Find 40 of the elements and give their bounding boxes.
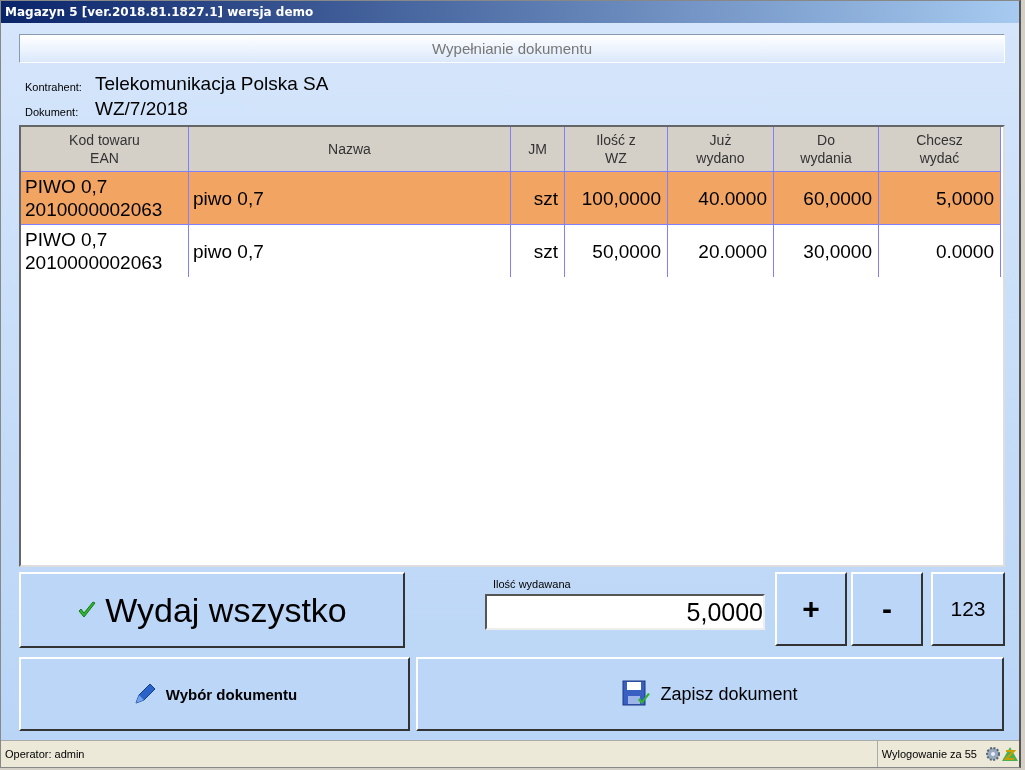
table-cell[interactable]: piwo 0,7 bbox=[189, 224, 511, 277]
field-label: Dokument: bbox=[25, 104, 80, 118]
column-header[interactable]: Już wydano bbox=[668, 127, 774, 171]
table-cell[interactable]: 0.0000 bbox=[879, 224, 1001, 277]
table-cell[interactable]: PIWO 0,7 2010000002063 bbox=[21, 171, 189, 224]
table-cell[interactable]: 100,0000 bbox=[565, 171, 668, 224]
window-title: Magazyn 5 [ver.2018.81.1827.1] wersja demo bbox=[1, 1, 1019, 23]
table-cell[interactable]: 50,0000 bbox=[565, 224, 668, 277]
floppy-disk-icon bbox=[622, 680, 653, 708]
quantity-field[interactable]: 5,0000 bbox=[485, 594, 765, 630]
table-cell[interactable]: szt bbox=[511, 171, 565, 224]
table-cell[interactable]: PIWO 0,7 2010000002063 bbox=[21, 224, 189, 277]
field-value: Telekomunikacja Polska SA bbox=[95, 72, 329, 95]
column-header[interactable]: Ilość z WZ bbox=[565, 127, 668, 171]
choose-document-button[interactable]: Wybór dokumentu bbox=[19, 657, 410, 731]
table-cell[interactable]: 5,0000 bbox=[879, 171, 1001, 224]
column-header[interactable]: Kod towaru EAN bbox=[21, 127, 189, 171]
table-cell[interactable]: 30,0000 bbox=[774, 224, 879, 277]
column-header[interactable]: JM bbox=[511, 127, 565, 171]
section-title: Wypełnianie dokumentu bbox=[19, 34, 1005, 63]
column-header[interactable]: Nazwa bbox=[189, 127, 511, 171]
table-cell[interactable]: piwo 0,7 bbox=[189, 171, 511, 224]
table-cell[interactable]: szt bbox=[511, 224, 565, 277]
keypad-button[interactable]: 123 bbox=[931, 572, 1005, 646]
logout-timer: Wylogowanie za 55 bbox=[876, 741, 985, 767]
issue-all-button[interactable]: Wydaj wszystko bbox=[19, 572, 405, 648]
field-label: Kontrahent: bbox=[25, 79, 83, 93]
table-cell[interactable]: 40.0000 bbox=[668, 171, 774, 224]
gear-icon[interactable] bbox=[985, 746, 1001, 762]
column-header[interactable]: Do wydania bbox=[774, 127, 879, 171]
save-document-button[interactable]: Zapisz dokument bbox=[416, 657, 1004, 731]
keypad-button[interactable]: + bbox=[775, 572, 847, 646]
operator-text: Operator: admin bbox=[4, 748, 85, 760]
column-header[interactable]: Chcesz wydać bbox=[879, 127, 1001, 171]
field-value: WZ/7/2018 bbox=[95, 97, 188, 120]
checkmark-icon bbox=[77, 600, 98, 620]
quantity-label: Ilość wydawana bbox=[493, 578, 572, 590]
table-cell[interactable]: 60,0000 bbox=[774, 171, 879, 224]
keypad-button[interactable]: - bbox=[851, 572, 923, 646]
table-cell[interactable]: 20.0000 bbox=[668, 224, 774, 277]
